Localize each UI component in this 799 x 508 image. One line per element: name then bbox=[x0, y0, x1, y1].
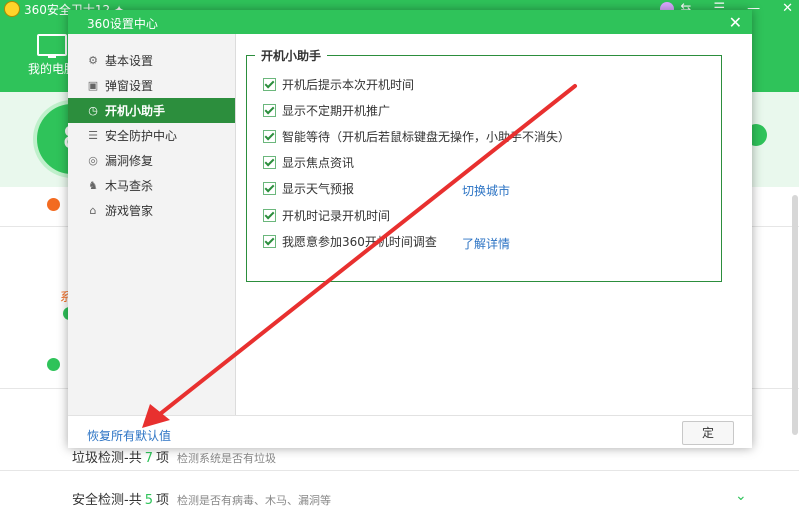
annotation-arrow bbox=[142, 84, 577, 428]
arrow-shaft bbox=[158, 84, 577, 416]
